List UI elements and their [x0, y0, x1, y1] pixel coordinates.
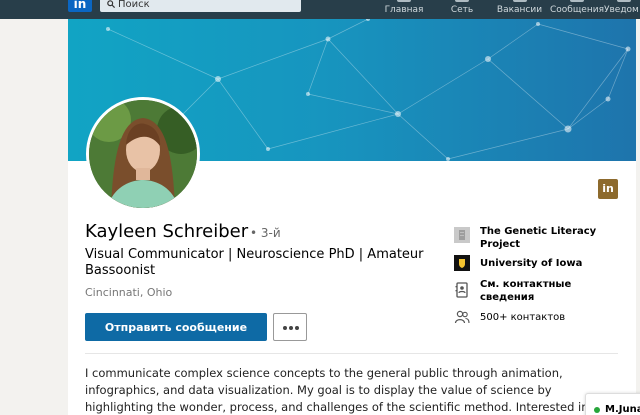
- search-box[interactable]: [100, 0, 301, 12]
- university-name: University of Iowa: [480, 258, 583, 269]
- nav-network[interactable]: Сеть: [440, 0, 484, 19]
- section-divider: [85, 353, 618, 354]
- connections-label: 500+ контактов: [480, 312, 566, 323]
- profile-name: Kayleen Schreiber: [85, 221, 249, 242]
- send-message-button[interactable]: Отправить сообщение: [85, 313, 267, 341]
- connection-degree: • 3-й: [250, 226, 281, 240]
- profile-photo-image: [89, 100, 197, 208]
- notifications-icon: [617, 0, 631, 2]
- linkedin-brand-icon: in: [598, 179, 618, 199]
- search-input[interactable]: [118, 0, 288, 10]
- profile-card: in Kayleen Schreiber • 3-й Visual Commun…: [68, 19, 636, 415]
- home-icon: [397, 0, 411, 2]
- more-icon: [283, 326, 299, 330]
- nav-notifications[interactable]: Уведом: [604, 0, 640, 19]
- search-icon: [107, 0, 115, 8]
- nav-jobs[interactable]: Вакансии: [492, 0, 547, 19]
- top-navigation-bar: in Главная Сеть Вакансии Сообщения Уведо…: [0, 0, 640, 19]
- profile-photo[interactable]: [86, 97, 200, 211]
- nav-messaging[interactable]: Сообщения: [548, 0, 606, 19]
- company-icon: [454, 227, 470, 243]
- network-icon: [455, 0, 469, 2]
- company-name: The Genetic Literacy Project: [480, 226, 597, 250]
- linkedin-logo[interactable]: in: [68, 0, 92, 12]
- contact-card-icon: [455, 282, 468, 298]
- jobs-icon: [512, 0, 527, 2]
- nav-home[interactable]: Главная: [380, 0, 428, 19]
- messaging-icon: [570, 0, 584, 2]
- online-status-icon: [594, 407, 600, 413]
- messaging-popup-tab[interactable]: M.Juna: [585, 393, 640, 415]
- more-actions-button[interactable]: [273, 313, 307, 341]
- contact-info-label: См. контактные сведения: [480, 279, 572, 303]
- connections-icon: [454, 310, 470, 324]
- profile-location: Cincinnati, Ohio: [85, 286, 173, 299]
- profile-summary: I communicate complex science concepts t…: [85, 366, 589, 414]
- university-icon: [454, 255, 470, 271]
- chat-contact-name: M.Juna: [605, 404, 640, 415]
- profile-headline: Visual Communicator | Neuroscience PhD |…: [85, 247, 424, 278]
